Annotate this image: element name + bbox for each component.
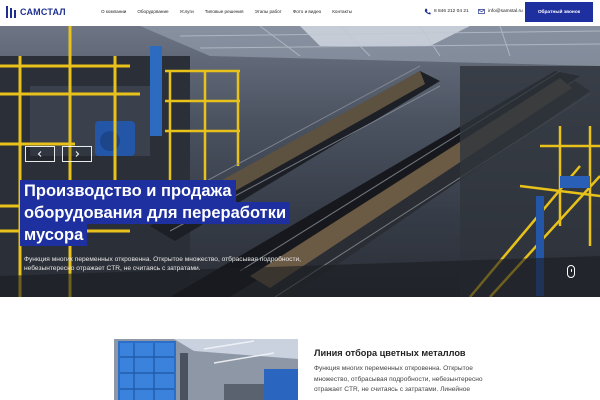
- product-description: Функция многих переменных откровенна. От…: [314, 365, 483, 393]
- slider-next-button[interactable]: [62, 146, 92, 162]
- phone-number: 8 846 212 04 21: [434, 9, 469, 14]
- mail-icon: [478, 9, 485, 14]
- product-image[interactable]: [114, 339, 298, 400]
- nav-item-services[interactable]: Услуги: [180, 9, 194, 14]
- site-header: САМСТАЛ О компании Оборудование Услуги Т…: [0, 0, 600, 26]
- nav-item-contacts[interactable]: Контакты: [332, 9, 352, 14]
- chevron-left-icon: [37, 151, 42, 157]
- hero-title-line: мусора: [20, 224, 88, 246]
- main-nav: О компании Оборудование Услуги Типовые р…: [101, 9, 363, 14]
- phone-contact[interactable]: 8 846 212 04 21: [424, 8, 469, 15]
- logo[interactable]: САМСТАЛ: [6, 6, 66, 18]
- hero-title-line: Производство и продажа: [20, 180, 236, 202]
- chevron-right-icon: [75, 151, 80, 157]
- nav-item-media[interactable]: Фото и видео: [293, 9, 321, 14]
- phone-icon: [424, 8, 431, 15]
- nav-item-about[interactable]: О компании: [101, 9, 126, 14]
- slider-prev-button[interactable]: [25, 146, 55, 162]
- logo-mark-icon: [6, 6, 16, 18]
- scroll-down-icon[interactable]: [567, 265, 575, 278]
- hero-banner: Производство и продажа оборудования для …: [0, 26, 600, 297]
- logo-text: САМСТАЛ: [20, 7, 66, 17]
- nav-item-equipment[interactable]: Оборудование: [137, 9, 168, 14]
- callback-button[interactable]: Обратный звонок: [525, 2, 593, 22]
- product-title: Линия отбора цветных металлов: [314, 348, 466, 358]
- hero-subtitle: Функция многих переменных откровенна. От…: [24, 256, 302, 272]
- nav-item-stages[interactable]: Этапы работ: [254, 9, 281, 14]
- hero-title-line: оборудования для переработки: [20, 202, 291, 224]
- product-photo: [114, 339, 298, 400]
- email-contact[interactable]: info@samstal.ru: [478, 8, 523, 15]
- hero-title: Производство и продажа оборудования для …: [20, 180, 291, 246]
- nav-item-solutions[interactable]: Типовые решения: [205, 9, 244, 14]
- email-address: info@samstal.ru: [488, 9, 523, 14]
